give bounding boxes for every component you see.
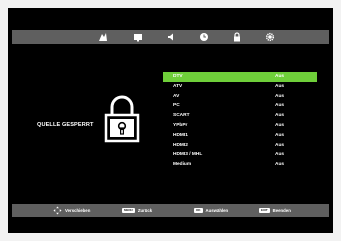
screen-icon[interactable] bbox=[133, 32, 143, 42]
padlock-icon bbox=[104, 95, 140, 143]
sound-icon[interactable] bbox=[166, 32, 176, 42]
settings-icon[interactable] bbox=[265, 32, 275, 42]
hint-exit: EXIT Beenden bbox=[259, 206, 291, 215]
source-name: Medium bbox=[173, 162, 192, 168]
hint-move-label: Verschieben bbox=[65, 208, 91, 214]
source-value: Aus bbox=[275, 93, 285, 99]
source-value: Aus bbox=[275, 103, 285, 109]
source-value: Aus bbox=[275, 113, 285, 119]
menu-key-icon: MENU bbox=[122, 208, 135, 214]
source-value: Aus bbox=[275, 83, 285, 89]
timer-icon[interactable] bbox=[199, 32, 209, 42]
dpad-icon bbox=[53, 206, 62, 216]
source-row-medium[interactable]: Medium Aus bbox=[163, 160, 317, 170]
source-row-ypbpr[interactable]: YPbPr Aus bbox=[163, 121, 317, 131]
source-locked-label: QUELLE GESPERRT bbox=[37, 122, 94, 128]
picture-icon[interactable] bbox=[98, 32, 108, 42]
hint-back-label: Zurück bbox=[137, 208, 153, 213]
hint-move: Verschieben bbox=[53, 206, 90, 215]
source-value: Aus bbox=[275, 132, 285, 138]
source-value: Aus bbox=[275, 142, 285, 148]
source-name: YPbPr bbox=[173, 122, 188, 128]
source-name: HDMI2 bbox=[173, 142, 188, 148]
source-row-dtv[interactable]: DTV Aus bbox=[163, 72, 317, 82]
ok-key-icon: OK bbox=[194, 208, 203, 214]
source-row-hdmi3-mhl[interactable]: HDMI3 / MHL Aus bbox=[163, 150, 317, 160]
source-row-hdmi1[interactable]: HDMI1 Aus bbox=[163, 131, 317, 141]
source-name: HDMI1 bbox=[173, 132, 188, 138]
hint-select-label: Auswählen bbox=[205, 208, 229, 213]
hint-select: OK Auswählen bbox=[194, 206, 228, 215]
source-name: PC bbox=[173, 103, 180, 109]
source-value: Aus bbox=[275, 74, 285, 79]
source-name: DTV bbox=[173, 74, 183, 79]
hint-exit-label: Beenden bbox=[272, 208, 291, 213]
source-row-atv[interactable]: ATV Aus bbox=[163, 82, 317, 92]
lock-icon[interactable] bbox=[232, 32, 242, 42]
source-value: Aus bbox=[275, 122, 285, 128]
source-list: DTV Aus ATV Aus AV Aus PC Aus SCART Aus … bbox=[163, 72, 317, 170]
source-value: Aus bbox=[275, 162, 285, 168]
source-row-av[interactable]: AV Aus bbox=[163, 92, 317, 102]
source-row-scart[interactable]: SCART Aus bbox=[163, 111, 317, 121]
hint-back: MENU Zurück bbox=[122, 206, 152, 215]
source-name: HDMI3 / MHL bbox=[173, 152, 203, 158]
source-value: Aus bbox=[275, 152, 285, 158]
source-row-pc[interactable]: PC Aus bbox=[163, 101, 317, 111]
source-name: SCART bbox=[173, 113, 190, 119]
source-row-hdmi2[interactable]: HDMI2 Aus bbox=[163, 141, 317, 151]
exit-key-icon: EXIT bbox=[259, 208, 270, 214]
source-name: AV bbox=[173, 93, 180, 99]
source-name: ATV bbox=[173, 83, 183, 89]
